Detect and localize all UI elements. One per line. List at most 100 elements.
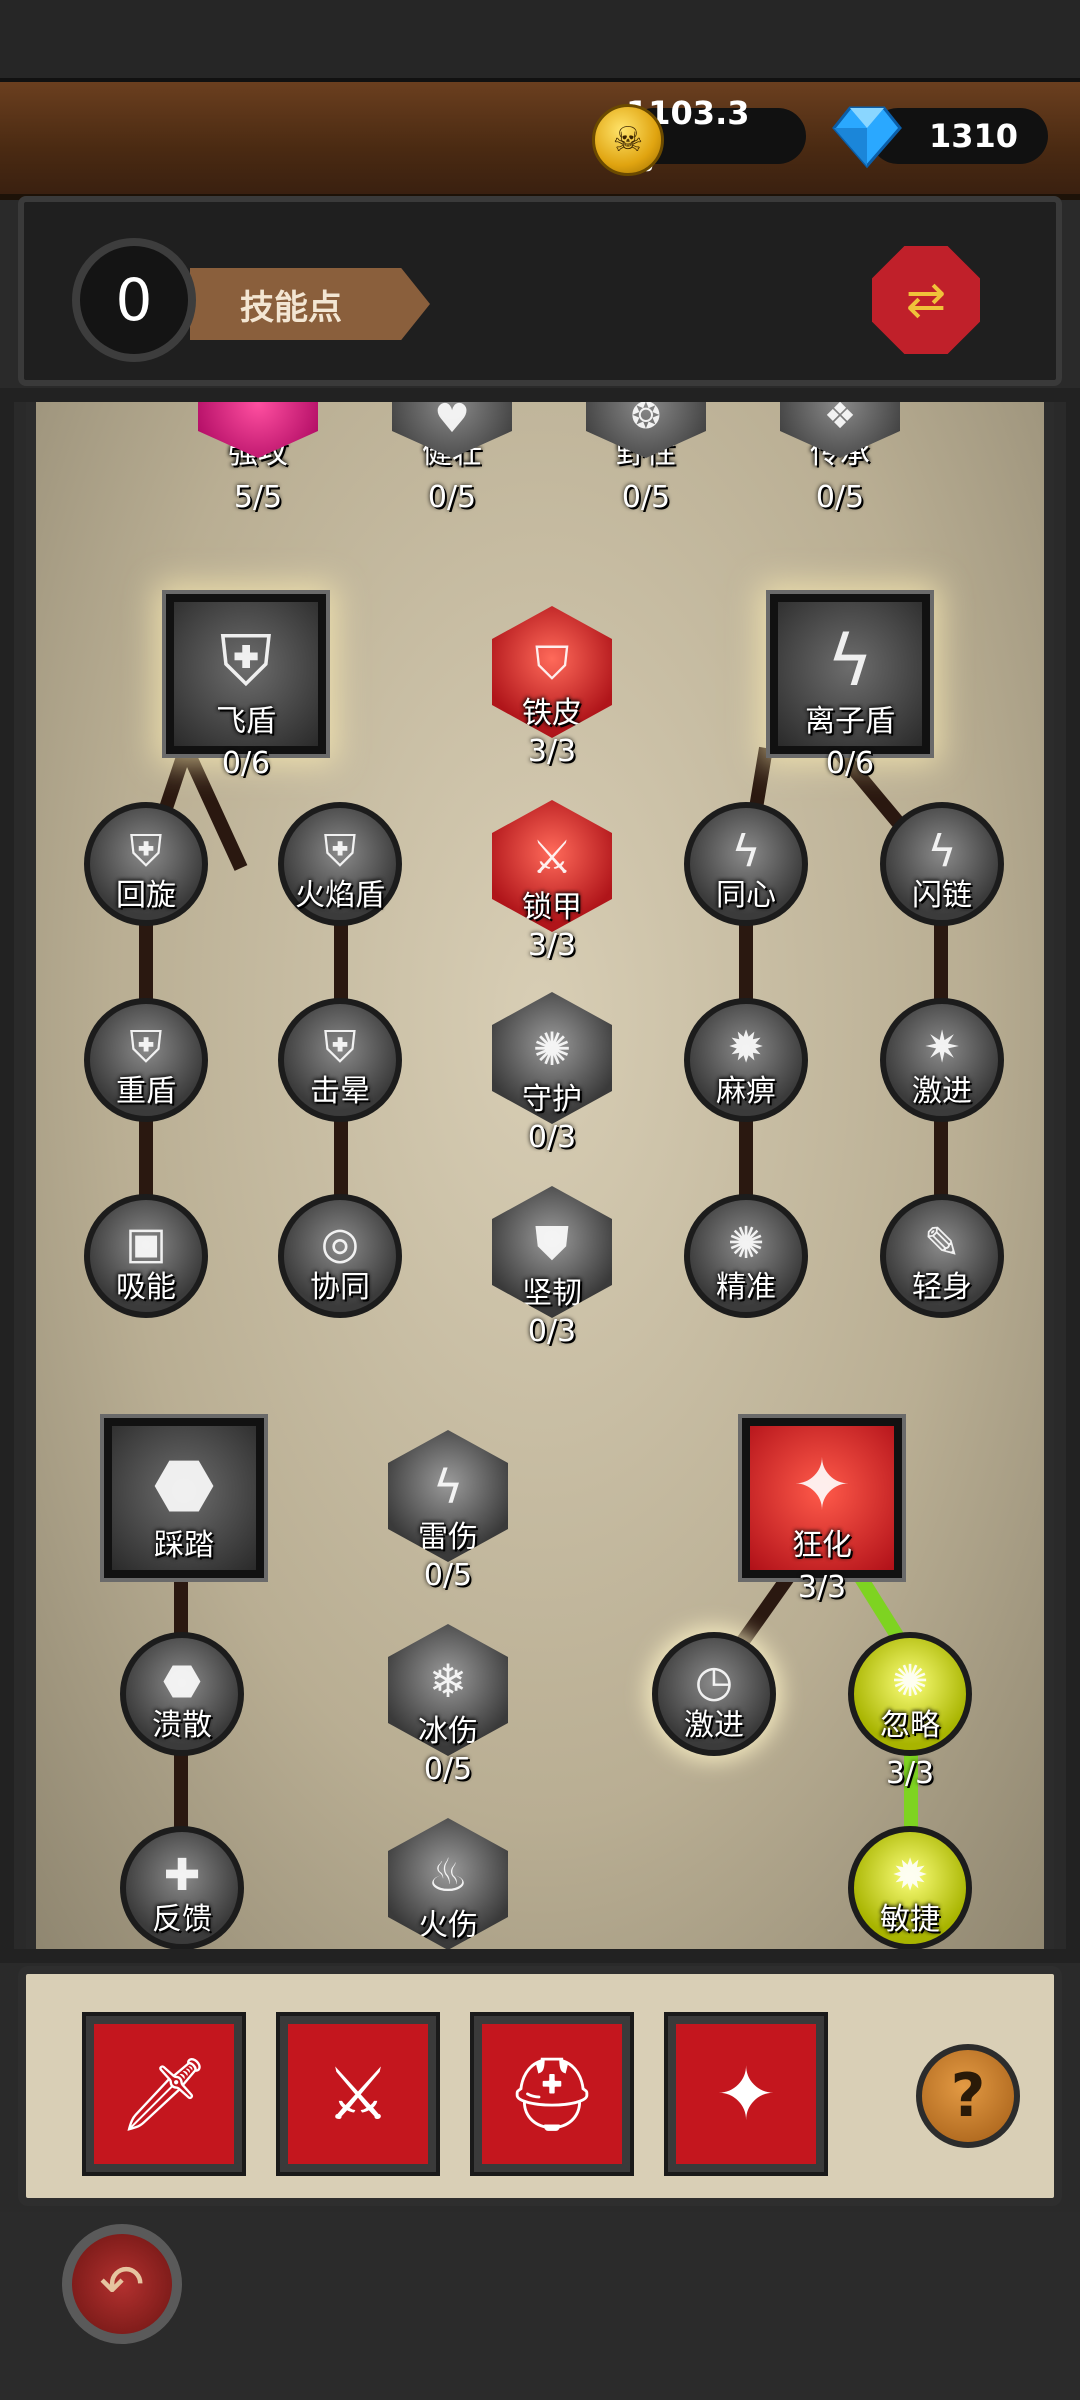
spark-icon: ✷	[923, 1022, 961, 1073]
skill-chuancheng[interactable]: ❖ 传承	[780, 388, 900, 478]
skill-mabi[interactable]: ✹ 麻痹	[684, 998, 808, 1122]
chainmail-icon: ⚔	[531, 830, 573, 884]
skill-points-counter: 0	[72, 238, 196, 362]
plus-icon: ✚	[163, 1850, 201, 1901]
heavy-shield-icon: ⛨	[129, 1022, 163, 1073]
skill-tiepi-progress: 3/3	[527, 734, 577, 769]
blue-gem-icon	[832, 104, 902, 170]
skill-lizidun-label: 离子盾	[805, 704, 895, 739]
skill-jianzhuang[interactable]: ♥ 健壮	[392, 388, 512, 478]
skill-kuanghua[interactable]: ✦ 狂化	[738, 1414, 906, 1582]
wolf-icon: ✦	[715, 2052, 777, 2136]
chain-lightning-icon: ϟ	[927, 826, 957, 877]
paralysis-orb-icon: ✹	[727, 1022, 765, 1073]
skill-leishang-progress: 0/5	[423, 1558, 473, 1593]
back-button[interactable]: ↶	[62, 2224, 182, 2344]
skill-xietong[interactable]: ◎ 协同	[278, 1194, 402, 1318]
skill-jingzhun[interactable]: ✺ 精准	[684, 1194, 808, 1318]
skill-points-label-text: 技能点	[240, 287, 342, 328]
skill-lizidun[interactable]: ϟ 离子盾	[766, 590, 934, 758]
thunder-icon: ϟ	[432, 1460, 464, 1514]
boomerang-shield-icon: ⛨	[129, 826, 163, 877]
equipped-slot-1[interactable]: 🗡	[82, 2012, 246, 2176]
skill-qianggong[interactable]: 强攻	[198, 388, 318, 478]
armor-shield-icon: ⛉	[534, 636, 570, 690]
gold-skull-coin-icon: ☠	[592, 104, 664, 176]
paw-icon: ❂	[630, 396, 662, 437]
ring-shield-icon: ◎	[320, 1218, 360, 1269]
skill-kuisan[interactable]: ⬣ 溃散	[120, 1632, 244, 1756]
gem-amount: 1310	[928, 117, 1018, 155]
skill-huixuan[interactable]: ⛨ 回旋	[84, 802, 208, 926]
skill-points-value: 0	[115, 266, 153, 334]
equipped-slot-2[interactable]: ⚔	[276, 2012, 440, 2176]
boot-icon: ⬣	[162, 1656, 202, 1707]
skill-hulue-progress: 3/3	[885, 1756, 935, 1791]
clock-icon: ◷	[694, 1656, 734, 1707]
guard-flame-icon: ✺	[532, 1022, 572, 1076]
skill-fankui[interactable]: ✚ 反馈	[120, 1826, 244, 1950]
skill-kuanghua-progress: 3/3	[797, 1570, 847, 1605]
skill-bingshang-progress: 0/5	[423, 1752, 473, 1787]
skill-xineng[interactable]: ▣ 吸能	[84, 1194, 208, 1318]
skill-tiepi-label: 铁皮	[522, 696, 582, 731]
agility-icon: ✹	[891, 1850, 929, 1901]
skill-huoshang-label: 火伤	[418, 1908, 478, 1943]
skill-shouhu-label: 守护	[522, 1082, 582, 1117]
skill-hulue[interactable]: ✺ 忽略	[848, 1632, 972, 1756]
skill-qianggong-progress: 5/5	[233, 480, 283, 515]
skill-jianta[interactable]: ⬣ 踩踏	[100, 1414, 268, 1582]
swap-arrows-icon: ⇄	[905, 272, 947, 328]
skill-feidun-progress: 0/6	[221, 746, 271, 781]
skill-minjie[interactable]: ✹ 敏捷	[848, 1826, 972, 1950]
swap-skill-tree-button[interactable]: ⇄	[872, 246, 980, 354]
lightning-bolt-icon: ϟ	[731, 826, 761, 877]
skill-zhongdun[interactable]: ⛨ 重盾	[84, 998, 208, 1122]
precision-spark-icon: ✺	[727, 1218, 765, 1269]
equipped-slot-3[interactable]: ⛑	[470, 2012, 634, 2176]
fire-icon: ♨	[427, 1848, 469, 1902]
stun-shield-icon: ⛨	[323, 1022, 357, 1073]
question-mark-icon: ?	[950, 2061, 986, 2131]
skill-shanlian[interactable]: ϟ 闪链	[880, 802, 1004, 926]
skill-feidun[interactable]: ⛨ 飞盾	[162, 590, 330, 758]
skill-tree-panel[interactable]: 强攻 5/5 ♥ 健壮 0/5 ❂ 野性 0/5 ❖ 传承 0/5 ⛨ 飞盾 0…	[26, 388, 1054, 1958]
slash-sword-icon: 🗡	[118, 2051, 210, 2136]
skill-jianren-label: 坚韧	[522, 1276, 582, 1311]
skill-qingshen[interactable]: ✎ 轻身	[880, 1194, 1004, 1318]
skill-huoyandun[interactable]: ⛨ 火焰盾	[278, 802, 402, 926]
wolf-rage-icon: ✦	[792, 1444, 852, 1526]
lightning-orb-icon: ϟ	[826, 620, 874, 702]
helmet-icon: ⛑	[506, 2051, 598, 2136]
skill-shouhu-progress: 0/3	[527, 1120, 577, 1155]
flame-shield-icon: ⛨	[323, 826, 357, 877]
skill-leishang-label: 雷伤	[418, 1520, 478, 1555]
skill-tongxin[interactable]: ϟ 同心	[684, 802, 808, 926]
skill-jiyun[interactable]: ⛨ 击晕	[278, 998, 402, 1122]
scroll-icon: ✎	[923, 1218, 961, 1269]
skill-yexing-progress: 0/5	[621, 480, 671, 515]
tenacity-armor-icon: ⛊	[534, 1216, 570, 1270]
heart-icon: ♥	[434, 396, 470, 442]
wolf-head-icon: ❖	[823, 396, 857, 437]
skill-points-label: 技能点	[190, 268, 430, 340]
boot-stomp-icon: ⬣	[153, 1444, 215, 1526]
snowflake-icon: ❄	[428, 1654, 468, 1708]
back-arrow-icon: ↶	[99, 2252, 145, 2316]
equipped-slot-4[interactable]: ✦	[664, 2012, 828, 2176]
skill-chuancheng-progress: 0/5	[815, 480, 865, 515]
skill-kuanghua-label: 狂化	[792, 1528, 852, 1563]
skill-jianta-label: 踩踏	[154, 1528, 214, 1563]
skill-suojia-label: 锁甲	[522, 890, 582, 925]
skill-suojia-progress: 3/3	[527, 928, 577, 963]
skill-lizidun-progress: 0/6	[825, 746, 875, 781]
absorb-icon: ▣	[125, 1218, 167, 1269]
skill-jianzhuang-progress: 0/5	[427, 480, 477, 515]
skill-yexing[interactable]: ❂ 野性	[586, 388, 706, 478]
skill-jijin-b[interactable]: ◷ 激进	[652, 1632, 776, 1756]
sword-impact-icon: ⚔	[325, 2052, 391, 2136]
help-button[interactable]: ?	[916, 2044, 1020, 2148]
shield-icon: ⛨	[219, 620, 273, 702]
ignore-burst-icon: ✺	[891, 1656, 929, 1707]
skill-jijin-a[interactable]: ✷ 激进	[880, 998, 1004, 1122]
